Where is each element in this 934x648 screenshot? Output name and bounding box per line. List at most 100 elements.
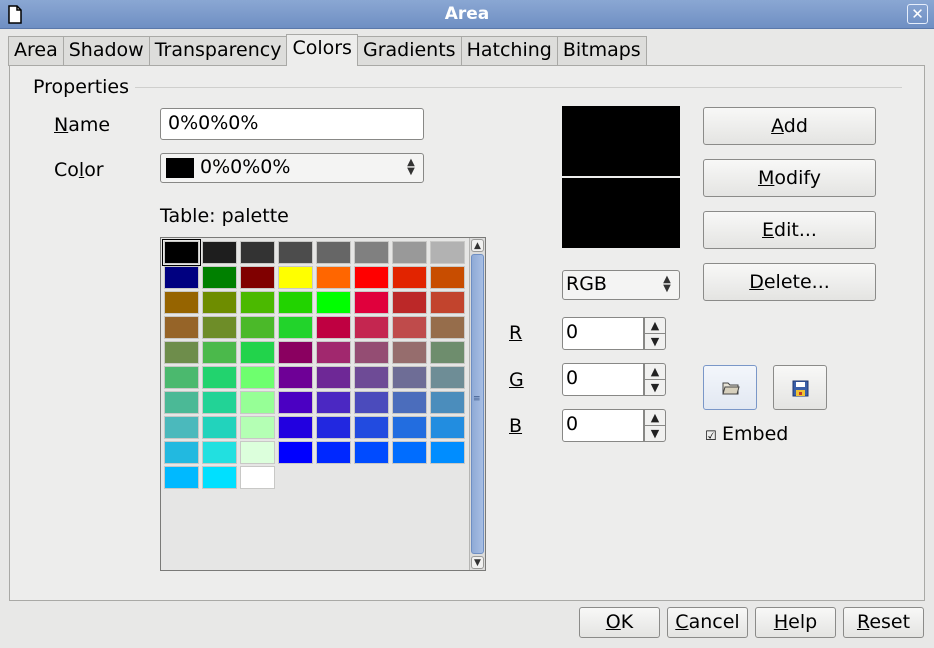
- color-select[interactable]: 0%0%0% ▲ ▼: [160, 153, 424, 183]
- color-swatch[interactable]: [278, 266, 313, 289]
- color-swatch[interactable]: [202, 291, 237, 314]
- color-swatch[interactable]: [316, 316, 351, 339]
- color-swatch[interactable]: [430, 441, 465, 464]
- close-icon[interactable]: ✕: [907, 4, 928, 24]
- color-swatch[interactable]: [430, 341, 465, 364]
- color-swatch[interactable]: [202, 316, 237, 339]
- color-swatch[interactable]: [164, 441, 199, 464]
- color-swatch[interactable]: [240, 466, 275, 489]
- color-swatch[interactable]: [430, 291, 465, 314]
- color-swatch[interactable]: [164, 341, 199, 364]
- delete-button[interactable]: Delete...: [703, 263, 876, 301]
- ok-button[interactable]: OK: [579, 607, 660, 638]
- color-swatch[interactable]: [392, 391, 427, 414]
- tab-bitmaps[interactable]: Bitmaps: [556, 36, 647, 66]
- color-swatch[interactable]: [202, 466, 237, 489]
- embed-checkbox[interactable]: ☑ Embed: [705, 423, 788, 445]
- reset-button[interactable]: Reset: [843, 607, 924, 638]
- color-swatch[interactable]: [316, 366, 351, 389]
- color-swatch[interactable]: [316, 291, 351, 314]
- color-swatch[interactable]: [316, 266, 351, 289]
- color-swatch[interactable]: [430, 241, 465, 264]
- color-swatch[interactable]: [278, 241, 313, 264]
- color-swatch[interactable]: [278, 316, 313, 339]
- color-swatch[interactable]: [430, 366, 465, 389]
- color-swatch[interactable]: [164, 366, 199, 389]
- color-swatch[interactable]: [164, 291, 199, 314]
- color-swatch[interactable]: [202, 241, 237, 264]
- g-spinner[interactable]: 0 ▲ ▼: [562, 363, 666, 396]
- color-swatch[interactable]: [202, 391, 237, 414]
- chevron-up-icon[interactable]: ▲: [644, 317, 666, 334]
- color-swatch[interactable]: [164, 266, 199, 289]
- color-swatch[interactable]: [392, 291, 427, 314]
- color-swatch[interactable]: [240, 441, 275, 464]
- chevron-down-icon[interactable]: ▼: [644, 425, 666, 442]
- checkbox-icon[interactable]: ☑: [705, 430, 718, 443]
- color-swatch[interactable]: [392, 441, 427, 464]
- color-swatch[interactable]: [392, 241, 427, 264]
- scrollbar-thumb[interactable]: [471, 254, 484, 554]
- chevron-up-icon[interactable]: ▲: [644, 363, 666, 380]
- color-swatch[interactable]: [202, 441, 237, 464]
- color-swatch[interactable]: [164, 316, 199, 339]
- color-swatch[interactable]: [430, 266, 465, 289]
- color-swatch[interactable]: [278, 441, 313, 464]
- tab-transparency[interactable]: Transparency: [148, 36, 288, 66]
- color-swatch[interactable]: [240, 366, 275, 389]
- b-field[interactable]: 0: [562, 409, 644, 442]
- color-swatch[interactable]: [240, 266, 275, 289]
- color-swatch[interactable]: [202, 366, 237, 389]
- color-swatch[interactable]: [354, 291, 389, 314]
- r-field[interactable]: 0: [562, 317, 644, 350]
- color-swatch[interactable]: [278, 366, 313, 389]
- color-swatch[interactable]: [202, 266, 237, 289]
- add-button[interactable]: Add: [703, 107, 876, 145]
- color-swatch[interactable]: [240, 341, 275, 364]
- color-swatch[interactable]: [278, 391, 313, 414]
- color-swatch[interactable]: [240, 316, 275, 339]
- color-swatch[interactable]: [240, 391, 275, 414]
- tab-gradients[interactable]: Gradients: [356, 36, 462, 66]
- color-swatch[interactable]: [202, 341, 237, 364]
- color-swatch[interactable]: [392, 416, 427, 439]
- color-swatch[interactable]: [202, 416, 237, 439]
- color-swatch[interactable]: [316, 341, 351, 364]
- name-field[interactable]: 0%0%0%: [160, 108, 424, 140]
- color-swatch[interactable]: [392, 266, 427, 289]
- g-field[interactable]: 0: [562, 363, 644, 396]
- color-swatch[interactable]: [354, 366, 389, 389]
- color-swatch[interactable]: [392, 316, 427, 339]
- color-swatch[interactable]: [240, 241, 275, 264]
- tab-shadow[interactable]: Shadow: [62, 36, 150, 66]
- color-swatch[interactable]: [354, 441, 389, 464]
- palette-scrollbar[interactable]: ▲ ≡ ▼: [469, 238, 485, 570]
- color-swatch[interactable]: [164, 466, 199, 489]
- color-swatch[interactable]: [162, 239, 201, 266]
- color-swatch[interactable]: [354, 341, 389, 364]
- color-swatch[interactable]: [392, 341, 427, 364]
- help-button[interactable]: Help: [755, 607, 836, 638]
- color-swatch[interactable]: [354, 416, 389, 439]
- color-swatch[interactable]: [240, 291, 275, 314]
- color-swatch[interactable]: [316, 416, 351, 439]
- color-swatch[interactable]: [316, 241, 351, 264]
- cancel-button[interactable]: Cancel: [667, 607, 748, 638]
- modify-button[interactable]: Modify: [703, 159, 876, 197]
- color-swatch[interactable]: [164, 391, 199, 414]
- r-spinner[interactable]: 0 ▲ ▼: [562, 317, 666, 350]
- color-swatch[interactable]: [278, 416, 313, 439]
- load-color-list-button[interactable]: [703, 365, 757, 410]
- color-swatch[interactable]: [316, 441, 351, 464]
- color-swatch[interactable]: [354, 316, 389, 339]
- color-swatch[interactable]: [430, 316, 465, 339]
- save-color-list-button[interactable]: [773, 365, 827, 410]
- color-palette[interactable]: ▲ ≡ ▼: [160, 237, 486, 571]
- b-spinner[interactable]: 0 ▲ ▼: [562, 409, 666, 442]
- color-swatch[interactable]: [316, 391, 351, 414]
- chevron-down-icon[interactable]: ▼: [644, 333, 666, 350]
- tab-colors[interactable]: Colors: [286, 34, 358, 66]
- scroll-up-icon[interactable]: ▲: [471, 239, 484, 252]
- color-swatch[interactable]: [392, 366, 427, 389]
- color-swatch[interactable]: [354, 266, 389, 289]
